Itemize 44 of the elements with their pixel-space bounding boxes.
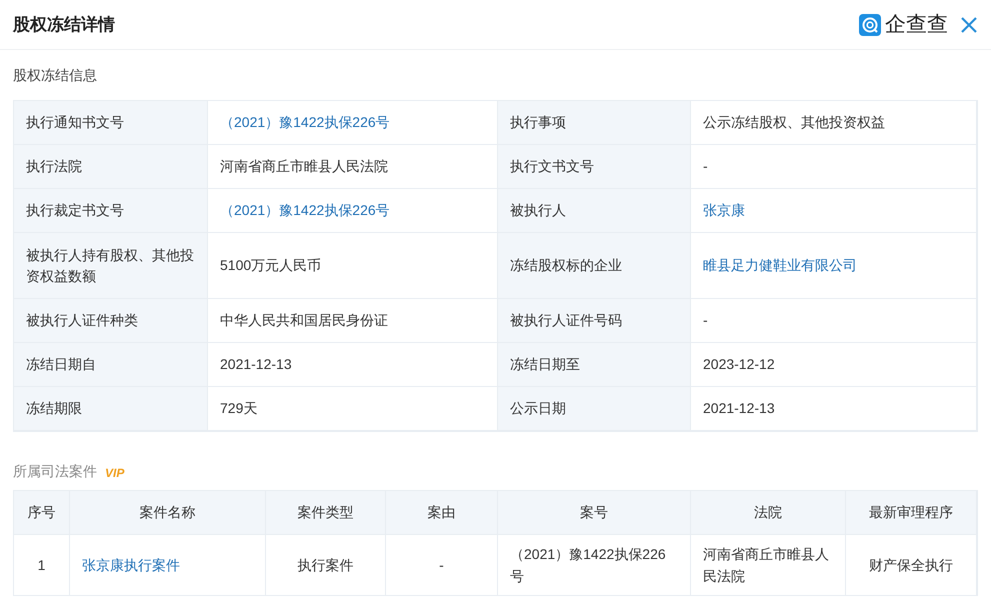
case-link[interactable]: 张京康执行案件 bbox=[82, 554, 180, 576]
table-cell-text: 1 bbox=[38, 556, 46, 575]
section-title: 股权冻结信息 bbox=[13, 66, 98, 84]
table-cell-text: 财产保全执行 bbox=[869, 556, 953, 575]
value-cell: - bbox=[691, 145, 977, 188]
label-cell: 冻结日期至 bbox=[498, 343, 691, 386]
label-cell: 执行裁定书文号 bbox=[14, 189, 208, 232]
vip-label: VIP bbox=[105, 465, 124, 482]
label-cell: 执行事项 bbox=[498, 101, 691, 144]
label-cell: 被执行人证件种类 bbox=[14, 299, 208, 342]
table-cell-text: （2021）豫1422执保226号 bbox=[510, 545, 667, 586]
value-cell: 公示冻结股权、其他投资权益 bbox=[691, 101, 977, 144]
table-cell-text: 河南省商丘市睢县人民法院 bbox=[703, 545, 830, 586]
close-icon[interactable] bbox=[960, 16, 978, 34]
column-header: 序号 bbox=[14, 491, 70, 534]
table-cell-text: - bbox=[439, 556, 444, 575]
label-cell: 冻结期限 bbox=[14, 387, 208, 430]
dialog-title: 股权冻结详情 bbox=[13, 14, 115, 36]
value-link[interactable]: （2021）豫1422执保226号 bbox=[220, 112, 390, 133]
column-header: 案由 bbox=[386, 491, 498, 534]
value-link[interactable]: 睢县足力健鞋业有限公司 bbox=[703, 255, 857, 276]
section-title: 所属司法案件 bbox=[13, 462, 97, 481]
label-cell: 执行通知书文号 bbox=[14, 101, 208, 144]
column-header: 最新审理程序 bbox=[846, 491, 977, 534]
label-cell: 冻结日期自 bbox=[14, 343, 208, 386]
value-cell: - bbox=[691, 299, 977, 342]
value-link[interactable]: （2021）豫1422执保226号 bbox=[220, 200, 390, 221]
value-cell: 2021-12-13 bbox=[691, 387, 977, 430]
label-cell: 被执行人持有股权、其他投资权益数额 bbox=[14, 233, 208, 298]
label-cell: 被执行人 bbox=[498, 189, 691, 232]
column-header: 案件名称 bbox=[70, 491, 266, 534]
label-cell: 公示日期 bbox=[498, 387, 691, 430]
logo-text: 企查查 bbox=[885, 12, 948, 38]
logo-icon bbox=[859, 14, 881, 36]
column-header: 案号 bbox=[498, 491, 691, 534]
label-cell: 冻结股权标的企业 bbox=[498, 233, 691, 298]
value-cell: 2023-12-12 bbox=[691, 343, 977, 386]
value-link[interactable]: 张京康 bbox=[703, 200, 745, 221]
label-cell: 执行法院 bbox=[14, 145, 208, 188]
column-header: 法院 bbox=[691, 491, 846, 534]
label-cell: 执行文书文号 bbox=[498, 145, 691, 188]
label-cell: 被执行人证件号码 bbox=[498, 299, 691, 342]
column-header: 案件类型 bbox=[266, 491, 386, 534]
table-cell-text: 执行案件 bbox=[298, 556, 354, 575]
